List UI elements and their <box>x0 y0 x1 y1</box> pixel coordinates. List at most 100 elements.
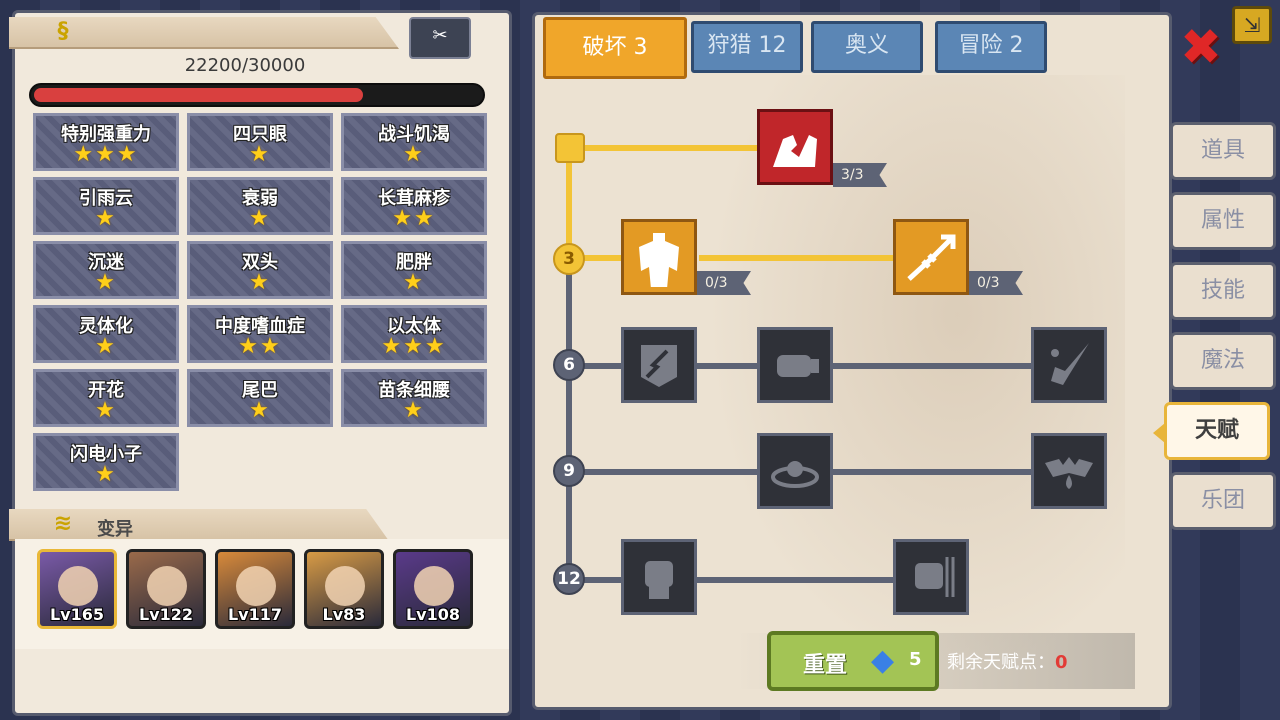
remaining-value: 0 <box>1055 652 1068 673</box>
character-level: Lv108 <box>405 605 461 624</box>
trait-card[interactable]: 引雨云 ★ <box>33 177 179 235</box>
character-avatar <box>58 566 98 606</box>
star-icon: ★★ <box>392 206 436 231</box>
trait-card[interactable]: 中度嗜血症 ★★ <box>187 305 333 363</box>
trait-card[interactable]: 双头 ★ <box>187 241 333 299</box>
character-avatar <box>147 566 187 606</box>
trait-card[interactable]: 战斗饥渴 ★ <box>341 113 487 171</box>
trait-card[interactable]: 闪电小子 ★ <box>33 433 179 491</box>
arm-wrestle-progress: 3/3 <box>833 163 887 187</box>
star-icon: ★★★ <box>381 334 447 359</box>
talent-punch[interactable] <box>757 327 833 403</box>
side-tab-label: 属性 <box>1200 208 1245 233</box>
tier-node-3: 3 <box>553 243 585 275</box>
star-icon: ★ <box>249 142 271 167</box>
star-icon: ★ <box>95 270 117 295</box>
shield-break-icon <box>641 345 677 387</box>
star-icon: ★ <box>95 398 117 423</box>
character-panel: § ✂ 22200/30000 特别强重力 ★★★ 四只眼 ★ 战斗饥渴 ★ 引雨云 ★ 衰弱 ★… <box>9 10 512 716</box>
trait-card[interactable]: 长茸麻疹 ★★ <box>341 177 487 235</box>
talent-tab[interactable]: 狩猎 12 <box>691 21 803 73</box>
mutation-icon: ≋ <box>53 511 73 536</box>
gem-icon: ◆ <box>871 643 895 678</box>
talent-arm-wrestle[interactable] <box>757 109 833 185</box>
trait-card[interactable]: 灵体化 ★ <box>33 305 179 363</box>
reset-label: 重置 <box>803 653 848 678</box>
star-icon: ★ <box>95 334 117 359</box>
hp-text: 22200/30000 <box>184 55 306 76</box>
character-avatar <box>414 566 454 606</box>
side-tab[interactable]: 属性 <box>1170 192 1276 250</box>
talent-bat-drop[interactable] <box>1031 433 1107 509</box>
splash-icon <box>1051 343 1089 385</box>
star-icon: ★ <box>403 398 425 423</box>
talent-tab[interactable]: 冒险 2 <box>935 21 1047 73</box>
talent-tab[interactable]: 奥义 <box>811 21 923 73</box>
side-tab[interactable]: 天赋 <box>1153 402 1270 460</box>
character-portrait[interactable]: Lv108 <box>393 549 473 629</box>
punch-icon <box>777 355 819 377</box>
tree-root-node <box>555 133 585 163</box>
talent-fist[interactable] <box>621 539 697 615</box>
trait-card[interactable]: 肥胖 ★ <box>341 241 487 299</box>
trait-card[interactable]: 沉迷 ★ <box>33 241 179 299</box>
side-tab[interactable]: 魔法 <box>1170 332 1276 390</box>
arrow-break-progress: 0/3 <box>969 271 1023 295</box>
hp-bar <box>29 83 485 107</box>
side-tab-label: 技能 <box>1200 278 1245 303</box>
trait-grid: 特别强重力 ★★★ 四只眼 ★ 战斗饥渴 ★ 引雨云 ★ 衰弱 ★ 长茸麻疹 ★★ 沉迷 ★ 双头 ★ 肥胖 ★ 灵… <box>33 113 493 503</box>
talent-shield-break[interactable] <box>621 327 697 403</box>
trait-card[interactable]: 开花 ★ <box>33 369 179 427</box>
star-icon: ★ <box>95 206 117 231</box>
side-tab[interactable]: 技能 <box>1170 262 1276 320</box>
character-level: Lv117 <box>227 605 283 624</box>
trait-card[interactable]: 苗条细腰 ★ <box>341 369 487 427</box>
character-portrait[interactable]: Lv122 <box>126 549 206 629</box>
talent-tab[interactable]: 破坏 3 <box>543 17 687 79</box>
character-row: Lv165 Lv122 Lv117 Lv83 Lv108 <box>15 539 509 649</box>
talent-fist-strike[interactable] <box>893 539 969 615</box>
fist-icon <box>645 561 673 599</box>
talent-arrow-break[interactable] <box>893 219 969 295</box>
bat-drop-icon <box>1045 457 1093 489</box>
branch-tier-9 <box>571 469 1101 475</box>
coin-icon: § <box>57 19 69 44</box>
character-portrait[interactable]: Lv83 <box>304 549 384 629</box>
side-tab-label: 道具 <box>1200 138 1245 163</box>
talent-splash[interactable] <box>1031 327 1107 403</box>
side-tab[interactable]: 乐团 <box>1170 472 1276 530</box>
character-avatar <box>325 566 365 606</box>
trait-card[interactable]: 衰弱 ★ <box>187 177 333 235</box>
arm-wrestle-icon <box>773 135 817 167</box>
remaining-points: 剩余天赋点：0 <box>943 643 1127 683</box>
muscle-icon <box>639 233 679 287</box>
trait-card[interactable]: 特别强重力 ★★★ <box>33 113 179 171</box>
star-icon: ★ <box>403 142 425 167</box>
muscle-progress: 0/3 <box>697 271 751 295</box>
branch-root <box>571 145 761 151</box>
side-tab-label: 天赋 <box>1194 418 1239 443</box>
exit-icon[interactable]: ⇲ <box>1232 6 1272 44</box>
mutation-ribbon: ≋ 变异 <box>9 509 389 541</box>
talent-ripple[interactable] <box>757 433 833 509</box>
talent-panel: 破坏 3狩猎 12奥义冒险 2 3 6 9 12 3/3 0/3 0/3 <box>532 12 1172 710</box>
star-icon: ★ <box>249 398 271 423</box>
tier-node-12: 12 <box>553 563 585 595</box>
trait-card[interactable]: 尾巴 ★ <box>187 369 333 427</box>
mutation-label: 变异 <box>97 519 133 540</box>
talent-muscle[interactable] <box>621 219 697 295</box>
character-avatar <box>236 566 276 606</box>
character-portrait[interactable]: Lv165 <box>37 549 117 629</box>
star-icon: ★ <box>95 462 117 487</box>
trait-card[interactable]: 以太体 ★★★ <box>341 305 487 363</box>
close-icon[interactable]: ✖ <box>1178 22 1224 72</box>
ripple-icon <box>771 461 819 488</box>
reset-button[interactable]: 重置 ◆ 5 <box>767 631 939 691</box>
wrench-icon[interactable]: ✂ <box>409 17 471 59</box>
star-icon: ★ <box>403 270 425 295</box>
side-tab[interactable]: 道具 <box>1170 122 1276 180</box>
character-level: Lv83 <box>322 605 366 624</box>
character-portrait[interactable]: Lv117 <box>215 549 295 629</box>
tier-node-6: 6 <box>553 349 585 381</box>
trait-card[interactable]: 四只眼 ★ <box>187 113 333 171</box>
